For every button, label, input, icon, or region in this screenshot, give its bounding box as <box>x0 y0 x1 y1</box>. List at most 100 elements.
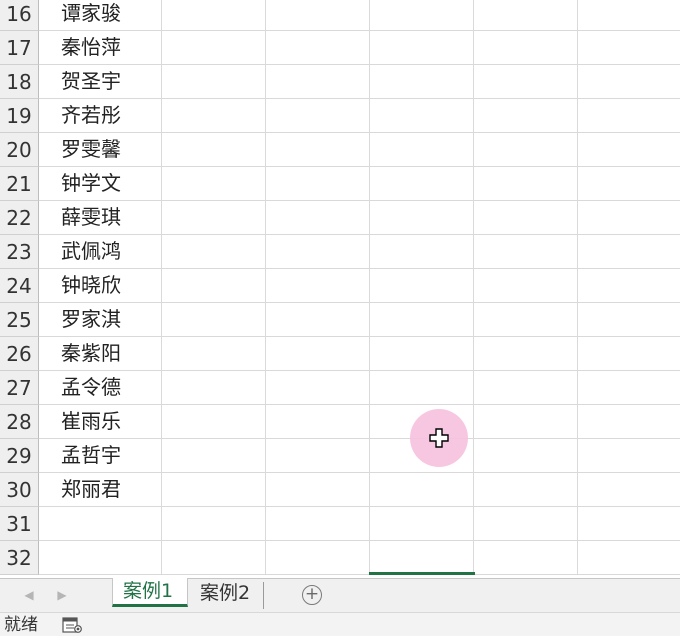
row-header[interactable]: 21 <box>0 167 39 201</box>
empty-cell[interactable] <box>162 337 266 370</box>
empty-cell[interactable] <box>266 235 370 268</box>
empty-cell[interactable] <box>162 507 266 540</box>
empty-cell[interactable] <box>578 269 680 302</box>
empty-cell[interactable] <box>266 507 370 540</box>
empty-cell[interactable] <box>162 473 266 506</box>
name-cell[interactable]: 郑丽君 <box>39 473 162 506</box>
empty-cell[interactable] <box>162 371 266 404</box>
triangle-left-icon[interactable]: ◀ <box>22 587 36 603</box>
empty-cell[interactable] <box>474 65 578 98</box>
name-cell[interactable] <box>39 507 162 540</box>
name-cell[interactable]: 罗雯馨 <box>39 133 162 166</box>
empty-cell[interactable] <box>370 541 474 574</box>
empty-cell[interactable] <box>474 99 578 132</box>
name-cell[interactable]: 崔雨乐 <box>39 405 162 438</box>
name-cell[interactable]: 钟晓欣 <box>39 269 162 302</box>
empty-cell[interactable] <box>474 133 578 166</box>
name-cell[interactable]: 秦怡萍 <box>39 31 162 64</box>
empty-cell[interactable] <box>162 541 266 574</box>
name-cell[interactable]: 贺圣宇 <box>39 65 162 98</box>
empty-cell[interactable] <box>162 235 266 268</box>
empty-cell[interactable] <box>162 167 266 200</box>
empty-cell[interactable] <box>474 303 578 336</box>
empty-cell[interactable] <box>370 31 474 64</box>
row-header[interactable]: 25 <box>0 303 39 337</box>
empty-cell[interactable] <box>370 65 474 98</box>
empty-cell[interactable] <box>578 303 680 336</box>
row-header[interactable]: 19 <box>0 99 39 133</box>
empty-cell[interactable] <box>162 439 266 472</box>
empty-cell[interactable] <box>474 371 578 404</box>
row-header[interactable]: 18 <box>0 65 39 99</box>
empty-cell[interactable] <box>474 473 578 506</box>
empty-cell[interactable] <box>578 473 680 506</box>
empty-cell[interactable] <box>578 235 680 268</box>
empty-cell[interactable] <box>370 269 474 302</box>
name-cell[interactable]: 武佩鸿 <box>39 235 162 268</box>
empty-cell[interactable] <box>578 0 680 30</box>
empty-cell[interactable] <box>370 303 474 336</box>
row-header[interactable]: 29 <box>0 439 39 473</box>
empty-cell[interactable] <box>578 439 680 472</box>
empty-cell[interactable] <box>266 269 370 302</box>
empty-cell[interactable] <box>370 167 474 200</box>
empty-cell[interactable] <box>474 337 578 370</box>
row-header[interactable]: 28 <box>0 405 39 439</box>
row-header[interactable]: 26 <box>0 337 39 371</box>
empty-cell[interactable] <box>474 439 578 472</box>
empty-cell[interactable] <box>474 167 578 200</box>
empty-cell[interactable] <box>370 235 474 268</box>
empty-cell[interactable] <box>162 65 266 98</box>
empty-cell[interactable] <box>266 133 370 166</box>
name-cell[interactable]: 钟学文 <box>39 167 162 200</box>
row-header[interactable]: 23 <box>0 235 39 269</box>
row-header[interactable]: 17 <box>0 31 39 65</box>
sheet-tab-2[interactable]: 案例2 <box>190 582 264 609</box>
name-cell[interactable]: 罗家淇 <box>39 303 162 336</box>
empty-cell[interactable] <box>474 269 578 302</box>
empty-cell[interactable] <box>578 31 680 64</box>
empty-cell[interactable] <box>370 99 474 132</box>
empty-cell[interactable] <box>578 65 680 98</box>
empty-cell[interactable] <box>370 133 474 166</box>
empty-cell[interactable] <box>266 0 370 30</box>
name-cell[interactable]: 秦紫阳 <box>39 337 162 370</box>
row-header[interactable]: 27 <box>0 371 39 405</box>
macro-record-icon[interactable] <box>62 617 82 633</box>
empty-cell[interactable] <box>266 99 370 132</box>
empty-cell[interactable] <box>474 201 578 234</box>
empty-cell[interactable] <box>578 405 680 438</box>
empty-cell[interactable] <box>162 405 266 438</box>
empty-cell[interactable] <box>578 167 680 200</box>
empty-cell[interactable] <box>266 65 370 98</box>
empty-cell[interactable] <box>578 99 680 132</box>
empty-cell[interactable] <box>370 0 474 30</box>
empty-cell[interactable] <box>266 303 370 336</box>
row-header[interactable]: 20 <box>0 133 39 167</box>
row-header[interactable]: 24 <box>0 269 39 303</box>
empty-cell[interactable] <box>266 439 370 472</box>
name-cell[interactable]: 薛雯琪 <box>39 201 162 234</box>
name-cell[interactable]: 孟哲宇 <box>39 439 162 472</box>
row-header[interactable]: 16 <box>0 0 39 31</box>
empty-cell[interactable] <box>578 507 680 540</box>
empty-cell[interactable] <box>474 235 578 268</box>
row-header[interactable]: 30 <box>0 473 39 507</box>
empty-cell[interactable] <box>266 31 370 64</box>
empty-cell[interactable] <box>578 541 680 574</box>
name-cell[interactable] <box>39 541 162 574</box>
empty-cell[interactable] <box>162 201 266 234</box>
empty-cell[interactable] <box>162 303 266 336</box>
empty-cell[interactable] <box>474 0 578 30</box>
plus-circle-icon[interactable]: + <box>302 585 322 605</box>
empty-cell[interactable] <box>370 201 474 234</box>
empty-cell[interactable] <box>266 337 370 370</box>
empty-cell[interactable] <box>266 473 370 506</box>
empty-cell[interactable] <box>162 269 266 302</box>
name-cell[interactable]: 齐若彤 <box>39 99 162 132</box>
empty-cell[interactable] <box>162 0 266 30</box>
empty-cell[interactable] <box>162 99 266 132</box>
empty-cell[interactable] <box>474 507 578 540</box>
triangle-right-icon[interactable]: ▶ <box>55 587 69 603</box>
empty-cell[interactable] <box>370 337 474 370</box>
